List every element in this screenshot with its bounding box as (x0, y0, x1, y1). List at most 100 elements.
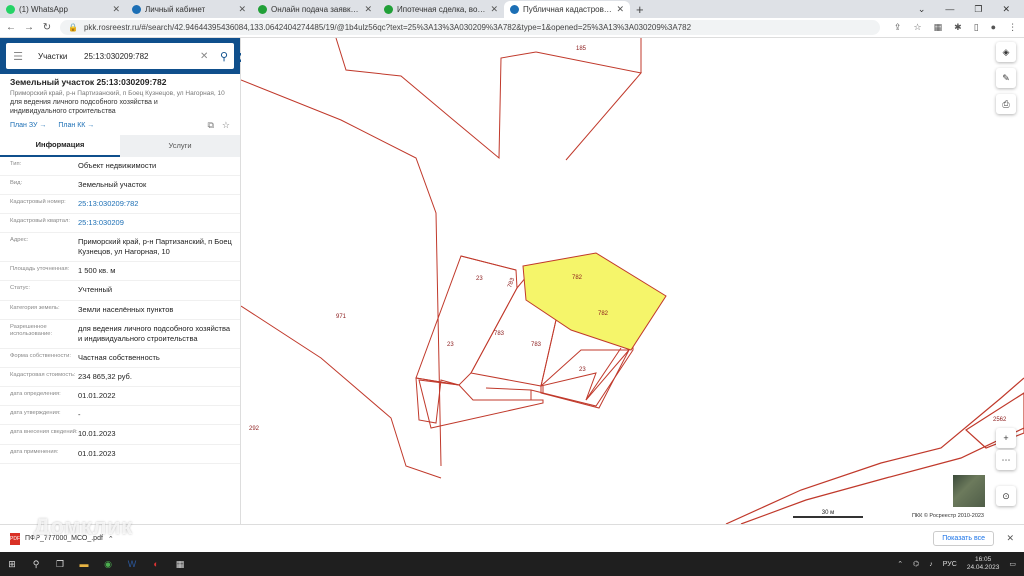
search-box: ☰ Участки 25:13:030209:782 ✕ ⚲ (6, 43, 234, 69)
search-type-select[interactable]: Участки (30, 52, 84, 61)
language-indicator[interactable]: РУС (943, 561, 957, 568)
tab-title: Онлайн подача заявки на ипотеку (271, 5, 360, 14)
close-icon[interactable]: ✕ (364, 4, 372, 15)
address-bar: ← → ↻ 🔒 pkk.rosreestr.ru/#/search/42.946… (0, 18, 1024, 38)
notifications-icon[interactable]: ▭ (1009, 560, 1016, 568)
app-icon[interactable]: ▦ (168, 552, 192, 576)
minimize-button[interactable]: — (945, 4, 954, 14)
parcel-label: 23 (476, 276, 483, 282)
attribute-key: Форма собственности: (10, 352, 71, 359)
close-icon[interactable]: ✕ (1006, 533, 1014, 544)
new-tab-button[interactable]: + (630, 2, 650, 17)
start-icon[interactable]: ⊞ (0, 552, 24, 576)
forward-icon[interactable]: → (22, 22, 36, 33)
locate-icon[interactable]: ⊙ (996, 486, 1016, 506)
share-icon[interactable]: ⇪ (894, 22, 902, 33)
reload-icon[interactable]: ↻ (40, 22, 54, 33)
tab-information[interactable]: Информация (0, 134, 120, 157)
attribute-value: Частная собственность (78, 352, 160, 362)
tray-chevron-icon[interactable]: ⌃ (897, 560, 903, 568)
attribute-value: Объект недвижимости (78, 160, 157, 170)
layers-icon[interactable]: ◈ (996, 42, 1016, 62)
favorite-icon[interactable]: ☆ (222, 120, 230, 131)
attribute-key: Адрес: (10, 237, 29, 243)
more-icon[interactable]: ⋯ (996, 450, 1016, 470)
tab-cabinet[interactable]: Личный кабинет ✕ (126, 1, 252, 18)
extension-icon[interactable]: ▦ (934, 22, 943, 33)
plan-links: План ЗУ → План КК → ⧉ ☆ (0, 117, 240, 131)
attribute-key: Тип: (10, 160, 22, 167)
ruler-icon[interactable]: ✎ (996, 68, 1016, 88)
site-icon (258, 5, 267, 14)
search-icon[interactable]: ⚲ (24, 552, 48, 576)
attribute-key: Разрешенное использование: (10, 323, 53, 338)
parcel-label: 782 (598, 311, 609, 317)
print-icon[interactable]: ⎙ (996, 94, 1016, 114)
menu-icon[interactable]: ⋮ (1008, 22, 1017, 33)
clock[interactable]: 16:05 24.04.2023 (967, 556, 1000, 572)
basemap-switcher[interactable] (952, 474, 986, 508)
site-icon (384, 5, 393, 14)
attribute-key: Площадь уточненная: (10, 266, 70, 273)
attribute-key: Кадастровый квартал: (10, 217, 70, 224)
attribute-value[interactable]: 25:13:030209 (78, 218, 240, 228)
attribute-key: дата внесения сведений: (10, 429, 78, 436)
parcel-boundary (535, 51, 642, 161)
tab-cadastral-map[interactable]: Публичная кадастровая карта✕ (504, 1, 630, 18)
parcel-label: 783 (531, 342, 542, 348)
search-icon[interactable]: ⚲ (214, 50, 234, 63)
parcel-label: 23 (579, 367, 586, 373)
puzzle-icon[interactable]: ✱ (954, 22, 962, 33)
star-icon[interactable]: ☆ (914, 22, 922, 33)
attribute-key: дата утверждения: (10, 410, 61, 417)
app-icon[interactable]: ◐ (144, 552, 168, 576)
plan-kk-link[interactable]: План КК → (58, 122, 94, 129)
parcel-label: 782 (572, 275, 583, 281)
back-icon[interactable]: ← (4, 22, 18, 33)
tab-mortgage-app[interactable]: Онлайн подача заявки на ипотеку ✕ (252, 1, 378, 18)
task-view-icon[interactable]: ❐ (48, 552, 72, 576)
search-input[interactable]: 25:13:030209:782 (84, 52, 200, 61)
attribute-row: Площадь уточненная: 1 500 кв. м (0, 262, 240, 282)
word-icon[interactable]: W (120, 552, 144, 576)
site-icon (132, 5, 141, 14)
attribute-row: Форма собственности: Частная собственност… (0, 349, 240, 368)
show-all-button[interactable]: Показать все (933, 531, 994, 546)
close-icon[interactable]: ✕ (238, 4, 246, 15)
map-scale: 30 м (793, 510, 863, 518)
tab-whatsapp[interactable]: (1) WhatsApp ✕ (0, 1, 126, 18)
attribute-value: 234 865,32 руб. (78, 372, 132, 381)
map-view[interactable]: 185 971 292 23 23 23 783 783 783 782 782… (241, 38, 1024, 524)
map-tools: ◈ ✎ ⎙ (996, 42, 1016, 114)
volume-icon[interactable]: ♪ (929, 561, 933, 568)
sidebar-icon[interactable]: ▯ (974, 22, 979, 33)
close-icon[interactable]: ✕ (112, 4, 120, 15)
zoom-in-button[interactable]: + (996, 428, 1016, 448)
explorer-icon[interactable]: ▬ (72, 552, 96, 576)
attribute-row: Вид: Земельный участок (0, 176, 240, 195)
parcel-boundary (335, 38, 537, 160)
attribute-row: дата утверждения: - (0, 406, 240, 426)
attribute-value[interactable]: 25:13:030209:782 (78, 199, 240, 209)
attribute-row: Кадастровый квартал: 25:13:030209 (0, 214, 240, 233)
zoom-controls: + ⋯ ⊙ (996, 428, 1016, 506)
profile-icon[interactable]: ● (991, 22, 996, 33)
parcel-boundary (241, 305, 442, 479)
close-window-button[interactable]: ✕ (1002, 4, 1010, 15)
copy-icon[interactable]: ⧉ (207, 120, 213, 131)
restore-button[interactable]: ❐ (974, 4, 982, 15)
tab-services[interactable]: Услуги (120, 134, 240, 157)
attribute-key: Вид: (10, 179, 23, 186)
attribute-row: дата определения: 01.01.2022 (0, 387, 240, 407)
clear-icon[interactable]: ✕ (200, 51, 214, 62)
tab-mortgage-deal[interactable]: Ипотечная сделка, войти в личный ✕ (378, 1, 504, 18)
tab-search-icon[interactable]: ⌄ (918, 4, 926, 15)
close-icon[interactable]: ✕ (616, 4, 624, 15)
menu-icon[interactable]: ☰ (6, 50, 30, 63)
url-field[interactable]: 🔒 pkk.rosreestr.ru/#/search/42.946443954… (60, 20, 880, 35)
object-address: Приморский край, р-н Партизанский, п Бое… (10, 90, 225, 97)
close-icon[interactable]: ✕ (490, 4, 498, 15)
chrome-icon[interactable]: ◉ (96, 552, 120, 576)
plan-zu-link[interactable]: План ЗУ → (10, 122, 46, 129)
network-icon[interactable]: ⌬ (913, 560, 919, 568)
